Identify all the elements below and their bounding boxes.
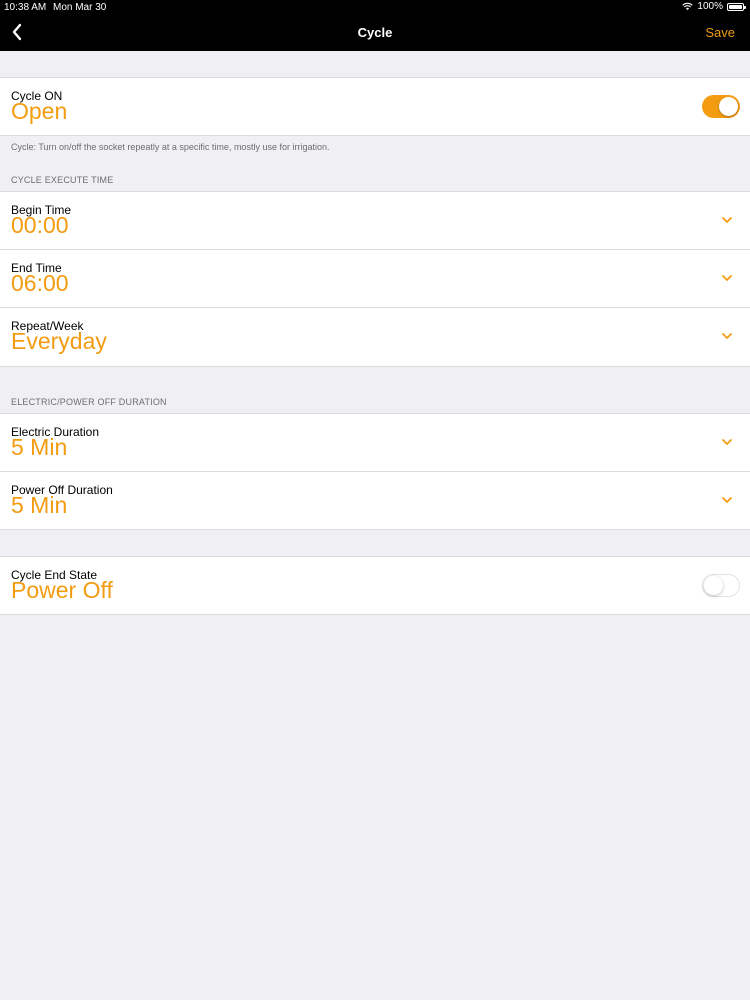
duration-group: Electric Duration 5 Min Power Off Durati…: [0, 413, 750, 530]
battery-icon: [727, 2, 746, 11]
status-date: Mon Mar 30: [53, 2, 107, 13]
chevron-down-icon: [722, 439, 732, 445]
toggle-knob: [719, 97, 738, 116]
power-off-duration-value: 5 Min: [11, 492, 68, 518]
nav-bar: Cycle Save: [0, 14, 750, 51]
electric-duration-row[interactable]: Electric Duration 5 Min: [0, 414, 750, 472]
status-right: 100%: [682, 1, 746, 12]
cycle-on-toggle[interactable]: [702, 95, 740, 118]
chevron-down-icon: [722, 275, 732, 281]
save-button[interactable]: Save: [705, 25, 735, 40]
chevron-down-icon: [722, 497, 732, 503]
cycle-end-state-value: Power Off: [11, 577, 113, 603]
chevron-down-icon: [722, 217, 732, 223]
begin-time-value: 00:00: [11, 212, 69, 238]
toggle-knob: [704, 576, 723, 595]
status-bar: 10:38 AM Mon Mar 30 100%: [0, 0, 750, 14]
page-title: Cycle: [357, 25, 393, 40]
chevron-down-icon: [722, 333, 732, 339]
electric-duration-value: 5 Min: [11, 434, 68, 460]
cycle-end-state-cell: Cycle End State Power Off: [0, 556, 750, 615]
execute-time-group: Begin Time 00:00 End Time 06:00 Repeat/W…: [0, 191, 750, 367]
status-time: 10:38 AM: [4, 2, 47, 13]
section-header-execute-time: CYCLE EXECUTE TIME: [11, 175, 114, 185]
wifi-icon: [682, 2, 694, 11]
section-header-duration: ELECTRIC/POWER OFF DURATION: [11, 397, 167, 407]
cycle-on-cell: Cycle ON Open: [0, 77, 750, 136]
battery-percent: 100%: [697, 1, 723, 12]
repeat-week-row[interactable]: Repeat/Week Everyday: [0, 308, 750, 366]
power-off-duration-row[interactable]: Power Off Duration 5 Min: [0, 472, 750, 530]
end-time-row[interactable]: End Time 06:00: [0, 250, 750, 308]
cycle-on-value: Open: [11, 98, 68, 124]
begin-time-row[interactable]: Begin Time 00:00: [0, 192, 750, 250]
repeat-week-value: Everyday: [11, 328, 107, 354]
cycle-description: Cycle: Turn on/off the socket repeatly a…: [11, 142, 330, 152]
cycle-end-state-toggle[interactable]: [702, 574, 740, 597]
end-time-value: 06:00: [11, 270, 69, 296]
